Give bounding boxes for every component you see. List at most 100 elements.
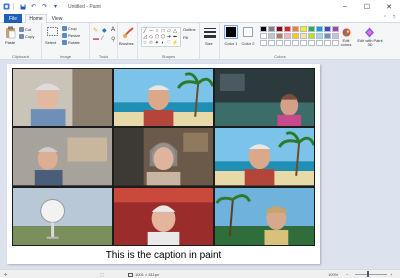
save-icon[interactable] (18, 2, 27, 11)
zoom-slider-thumb[interactable] (367, 271, 369, 277)
undo-icon[interactable]: ↶ (29, 2, 38, 11)
palette-swatch[interactable] (284, 40, 291, 46)
paint-app-icon (2, 2, 11, 11)
palette-swatch[interactable] (276, 40, 283, 46)
select-icon[interactable] (46, 25, 58, 37)
tab-file[interactable]: File (4, 14, 22, 23)
shapes-group: ╱ ∼ ○ □ ▱ △ ◿ ◇ ⬠ ⬡ ➔ ⬅ ☆ ✩ ✦ ◐ ♡ ⚡ Outline Fill Shapes (138, 23, 200, 60)
selection-size-icon: ⬚ (100, 272, 104, 277)
zoom-in-icon[interactable]: + (390, 272, 392, 277)
fill-icon[interactable]: ◆ (102, 27, 109, 34)
palette-swatch[interactable] (268, 33, 275, 39)
color-palette[interactable] (260, 26, 339, 46)
paint3d-icon[interactable] (363, 26, 375, 38)
close-button[interactable]: ✕ (378, 0, 400, 13)
palette-swatch[interactable] (308, 26, 315, 32)
palette-swatch[interactable] (292, 33, 299, 39)
customize-quick-access-icon[interactable]: ▾ (51, 2, 60, 11)
eraser-icon[interactable]: ▬ (93, 36, 100, 43)
palette-swatch[interactable] (276, 33, 283, 39)
tab-home[interactable]: Home (25, 14, 47, 23)
paste-button[interactable]: Paste (5, 40, 15, 45)
palette-swatch[interactable] (324, 40, 331, 46)
palette-swatch[interactable] (276, 26, 283, 32)
help-icon[interactable]: ? (390, 14, 398, 22)
image-canvas[interactable]: This is the caption in paint (7, 64, 320, 264)
redo-icon[interactable]: ↷ (40, 2, 49, 11)
tools-group-label: Tools (98, 54, 109, 59)
brush-icon (121, 25, 135, 39)
paste-icon[interactable] (4, 25, 16, 39)
minimize-button[interactable]: – (334, 0, 356, 13)
video-tile (114, 69, 213, 127)
rotate-icon (62, 40, 67, 45)
edit-with-paint3d-button[interactable]: Edit with Paint 3D (357, 39, 383, 47)
resize-icon (62, 33, 67, 38)
pencil-icon[interactable]: ✎ (93, 27, 100, 34)
palette-swatch[interactable] (300, 40, 307, 46)
crop-icon (62, 26, 67, 31)
palette-swatch[interactable] (316, 26, 323, 32)
outline-label: Outline (183, 27, 196, 32)
color2-selector[interactable] (243, 27, 253, 37)
color-picker-icon[interactable]: ⁄ (102, 36, 109, 43)
palette-swatch[interactable] (324, 33, 331, 39)
brushes-group[interactable]: Brushes (118, 23, 138, 60)
palette-swatch[interactable] (332, 26, 339, 32)
rotate-label: Rotate (68, 40, 80, 45)
palette-swatch[interactable] (260, 40, 267, 46)
copy-icon (19, 34, 24, 39)
palette-swatch[interactable] (260, 33, 267, 39)
palette-swatch[interactable] (300, 26, 307, 32)
edit-colors-button[interactable]: Edit colors (337, 39, 355, 47)
image-size-indicator: 1001 × 611px (128, 272, 159, 277)
pasted-video-call-screenshot (12, 68, 315, 246)
palette-swatch[interactable] (260, 26, 267, 32)
zoom-slider[interactable] (355, 274, 387, 275)
rotate-button[interactable]: Rotate (62, 40, 80, 45)
clipboard-group: Paste Cut Copy Clipboard (0, 23, 42, 60)
collapse-ribbon-icon[interactable]: ⌃ (381, 14, 389, 22)
cut-button[interactable]: Cut (19, 27, 31, 32)
ribbon-tab-bar: File Home View ⌃ ? (0, 13, 400, 23)
size-group[interactable]: Size (200, 23, 220, 60)
zoom-level: 100% (328, 272, 339, 277)
palette-swatch[interactable] (308, 40, 315, 46)
fill-button[interactable]: Fill (183, 35, 188, 40)
video-tile (13, 128, 112, 186)
cursor-position-icon: ✛ (4, 272, 8, 277)
palette-swatch[interactable] (268, 26, 275, 32)
magnifier-icon[interactable]: ⚲ (111, 36, 118, 43)
color1-swatch (226, 27, 236, 37)
resize-button[interactable]: Resize (62, 33, 80, 38)
colors-group: Color 1 Color 2 Edit colors Edit with Pa… (220, 23, 400, 60)
separator (13, 3, 14, 10)
palette-swatch[interactable] (316, 33, 323, 39)
copy-button[interactable]: Copy (19, 34, 34, 39)
edit-colors-icon[interactable] (341, 27, 351, 37)
size-icon (204, 28, 216, 38)
colors-group-label: Colors (274, 54, 286, 59)
color1-selector[interactable] (224, 25, 238, 39)
zoom-out-icon[interactable]: − (346, 272, 348, 277)
select-button[interactable]: Select (45, 40, 56, 45)
palette-swatch[interactable] (268, 40, 275, 46)
palette-swatch[interactable] (284, 33, 291, 39)
shapes-gallery[interactable]: ╱ ∼ ○ □ ▱ △ ◿ ◇ ⬠ ⬡ ➔ ⬅ ☆ ✩ ✦ ◐ ♡ ⚡ (141, 27, 181, 47)
crop-button[interactable]: Crop (62, 26, 77, 31)
participant-video (114, 69, 213, 127)
palette-swatch[interactable] (300, 33, 307, 39)
maximize-button[interactable]: ☐ (356, 0, 378, 13)
canvas-area[interactable]: This is the caption in paint (0, 60, 400, 269)
palette-swatch[interactable] (316, 40, 323, 46)
palette-swatch[interactable] (324, 26, 331, 32)
paint-window: ↶ ↷ ▾ Untitled - Paint – ☐ ✕ File Home V… (0, 0, 400, 278)
palette-swatch[interactable] (292, 40, 299, 46)
palette-swatch[interactable] (284, 26, 291, 32)
outline-button[interactable]: Outline (183, 27, 196, 32)
palette-swatch[interactable] (308, 33, 315, 39)
participant-video (13, 69, 112, 127)
palette-swatch[interactable] (292, 26, 299, 32)
text-icon[interactable]: A (111, 27, 118, 34)
tab-view[interactable]: View (48, 14, 66, 23)
